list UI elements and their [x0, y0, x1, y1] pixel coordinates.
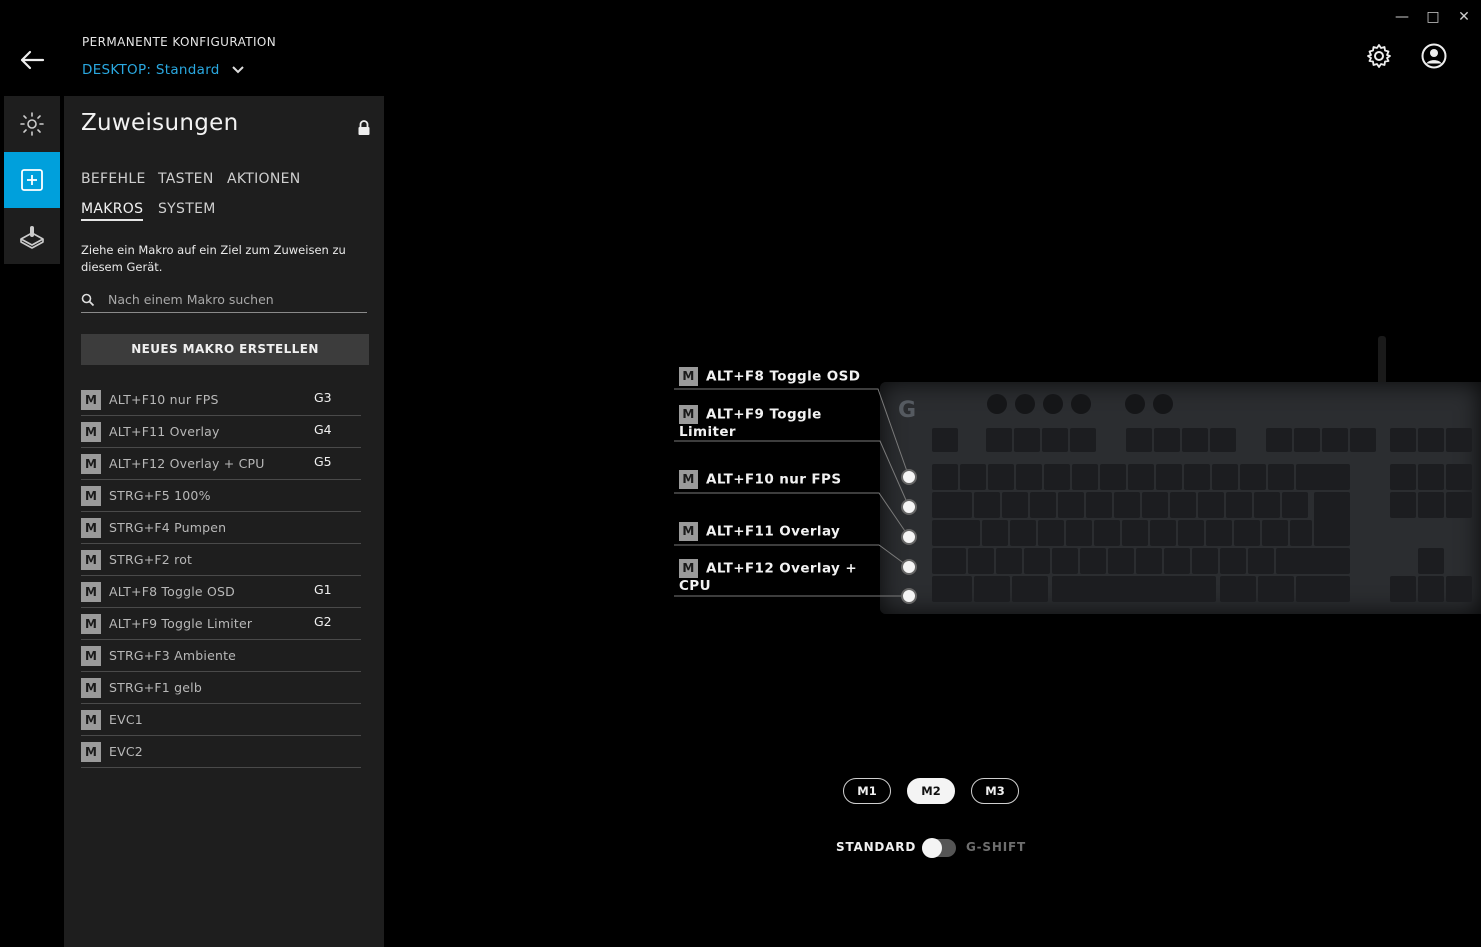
callout-label: ALT+F10 nur FPS: [706, 471, 842, 488]
macro-icon: M: [679, 522, 698, 541]
mode-m2-button[interactable]: M2: [907, 778, 955, 804]
gshift-toggle[interactable]: [922, 838, 956, 858]
macro-icon: M: [679, 367, 698, 386]
callout-label-line2: Limiter: [679, 424, 736, 440]
toggle-standard-label: STANDARD: [836, 840, 917, 854]
callout-g5: M ALT+F12 Overlay + CPU: [679, 559, 857, 595]
g5-key-hotspot[interactable]: [901, 588, 917, 604]
callout-label: ALT+F12 Overlay +: [706, 560, 858, 577]
callout-label: ALT+F9 Toggle: [706, 406, 822, 423]
macro-icon: M: [679, 559, 698, 578]
macro-icon: M: [679, 470, 698, 489]
g2-key-hotspot[interactable]: [901, 499, 917, 515]
mode-m1-button[interactable]: M1: [843, 778, 891, 804]
callout-label-line2: CPU: [679, 578, 711, 594]
mode-m3-button[interactable]: M3: [971, 778, 1019, 804]
macro-icon: M: [679, 405, 698, 424]
callout-g2: M ALT+F9 Toggle Limiter: [679, 405, 822, 441]
callout-g3: M ALT+F10 nur FPS: [679, 470, 841, 489]
toggle-gshift-label: G-SHIFT: [966, 840, 1026, 854]
callout-label: ALT+F11 Overlay: [706, 523, 841, 540]
callout-g1: M ALT+F8 Toggle OSD: [679, 367, 860, 386]
callout-g4: M ALT+F11 Overlay: [679, 522, 840, 541]
g1-key-hotspot[interactable]: [901, 469, 917, 485]
callout-label: ALT+F8 Toggle OSD: [706, 368, 861, 385]
g4-key-hotspot[interactable]: [901, 559, 917, 575]
g3-key-hotspot[interactable]: [901, 529, 917, 545]
toggle-knob: [922, 838, 942, 858]
